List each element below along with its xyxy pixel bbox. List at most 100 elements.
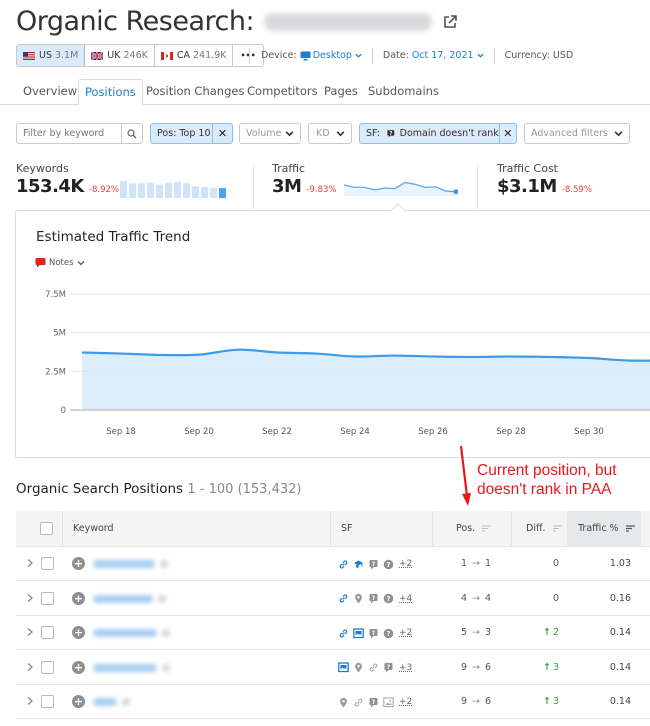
column-sf[interactable]: SF (341, 511, 353, 547)
add-keyword-icon[interactable]: + (72, 695, 85, 708)
keyword-link-redacted[interactable] (93, 629, 157, 637)
database-us[interactable]: US 3.1M (16, 45, 86, 66)
tab-competitors[interactable]: Competitors (247, 79, 318, 105)
traffic-data-point[interactable] (429, 352, 437, 360)
table-row[interactable]: + ?? +2 1 → 1 0 1.03 (16, 547, 650, 581)
keyword-serp-icon[interactable] (162, 629, 170, 637)
traffic-metric[interactable]: Traffic 3M -9.83% (272, 162, 337, 197)
tab-position-changes[interactable]: Position Changes (146, 79, 244, 105)
keyword-filter-input[interactable] (17, 128, 121, 139)
traffic-data-point[interactable] (234, 346, 242, 354)
keyword-link-redacted[interactable] (93, 663, 157, 672)
sf-feature[interactable] (338, 559, 349, 570)
add-keyword-icon[interactable]: + (72, 626, 85, 639)
sf-feature[interactable]: ? (368, 593, 379, 604)
sf-feature[interactable]: ? (368, 628, 379, 639)
traffic-data-point[interactable] (195, 351, 203, 359)
row-checkbox[interactable] (41, 591, 54, 605)
tab-subdomains[interactable]: Subdomains (368, 79, 439, 105)
keywords-metric[interactable]: Keywords 153.4K -8.92% (16, 162, 119, 197)
sf-feature[interactable] (353, 559, 364, 570)
table-row[interactable]: + ?? +4 4 → 4 0 0.16 (16, 582, 650, 616)
expand-row-chevron-icon[interactable] (26, 558, 34, 568)
traffic-data-point[interactable] (351, 352, 359, 360)
sf-feature[interactable] (338, 662, 349, 673)
sf-feature[interactable] (353, 593, 364, 604)
date-select[interactable]: Oct 17, 2021 (412, 50, 484, 61)
column-traffic[interactable]: Traffic % (567, 511, 641, 547)
sf-more-link[interactable]: +4 (399, 594, 412, 604)
traffic-data-point[interactable] (156, 351, 164, 359)
database-ca[interactable]: CA 241.9K (155, 45, 234, 66)
column-keyword[interactable]: Keyword (73, 511, 114, 547)
sf-feature[interactable]: ? (368, 697, 379, 708)
add-keyword-icon[interactable]: + (72, 557, 85, 570)
search-button[interactable] (121, 124, 142, 143)
traffic-data-point[interactable] (585, 354, 593, 362)
sf-feature[interactable] (353, 697, 364, 708)
remove-sf-filter-button[interactable]: ✕ (498, 124, 516, 143)
notes-dropdown[interactable]: Notes (35, 257, 85, 268)
keyword-link-redacted[interactable] (93, 560, 155, 568)
sf-more-link[interactable]: +3 (399, 663, 412, 673)
volume-filter[interactable]: Volume (239, 123, 301, 144)
sf-feature[interactable] (353, 627, 364, 639)
database-uk[interactable]: UK 246K (85, 45, 155, 66)
sf-feature[interactable] (338, 697, 349, 708)
keyword-serp-icon[interactable] (160, 560, 168, 568)
table-row[interactable]: + ?? +2 5 → 3 ↑ 2 0.14 (16, 616, 650, 650)
traffic-data-point[interactable] (117, 350, 125, 358)
expand-row-chevron-icon[interactable] (26, 662, 34, 672)
column-diff[interactable]: Diff. (526, 511, 562, 547)
sf-filter[interactable]: SF: ? Domain doesn't rank ✕ (359, 123, 517, 144)
sf-feature[interactable]: ? (383, 559, 394, 570)
expand-row-chevron-icon[interactable] (26, 696, 34, 706)
advanced-filters[interactable]: Advanced filters (524, 123, 630, 144)
sf-feature[interactable]: ? (383, 662, 394, 673)
traffic-data-point[interactable] (273, 348, 281, 356)
keyword-serp-icon[interactable] (162, 663, 170, 672)
pos-filter[interactable]: Pos: Top 10 ✕ (150, 123, 233, 144)
expand-row-chevron-icon[interactable] (26, 627, 34, 637)
external-link-icon[interactable] (442, 14, 458, 30)
keyword-link-redacted[interactable] (93, 698, 117, 706)
sf-feature[interactable] (338, 628, 349, 639)
sf-more-link[interactable]: +2 (399, 697, 412, 707)
kd-filter[interactable]: KD (308, 123, 352, 144)
table-row[interactable]: + ? +2 9 → 6 ↑ 3 0.14 (16, 685, 650, 719)
table-row[interactable]: + ? +3 9 → 6 ↑ 3 0.14 (16, 651, 650, 685)
row-checkbox[interactable] (41, 660, 54, 674)
traffic-data-point[interactable] (507, 352, 515, 360)
tab-pages[interactable]: Pages (324, 79, 358, 105)
sf-more-link[interactable]: +2 (399, 559, 412, 569)
traffic-data-point[interactable] (390, 352, 398, 360)
sf-feature[interactable] (368, 662, 379, 673)
remove-pos-filter-button[interactable]: ✕ (212, 124, 232, 143)
row-checkbox[interactable] (41, 557, 54, 570)
select-all-checkbox[interactable] (40, 522, 53, 536)
traffic-data-point[interactable] (546, 353, 554, 361)
add-keyword-icon[interactable]: + (72, 660, 85, 674)
add-keyword-icon[interactable]: + (72, 591, 85, 605)
traffic-cost-metric[interactable]: Traffic Cost $3.1M -8.59% (497, 162, 592, 197)
sf-feature[interactable] (353, 662, 364, 673)
device-select[interactable]: Desktop (300, 50, 362, 61)
keyword-serp-icon[interactable] (158, 594, 166, 603)
sf-feature[interactable]: ? (383, 593, 394, 604)
row-checkbox[interactable] (41, 695, 54, 708)
sf-more-link[interactable]: +2 (399, 628, 412, 638)
traffic-data-point[interactable] (468, 353, 476, 361)
sf-feature[interactable]: ? (383, 628, 394, 639)
expand-row-chevron-icon[interactable] (26, 593, 34, 603)
row-checkbox[interactable] (41, 626, 54, 639)
traffic-data-point[interactable] (78, 348, 86, 356)
sf-feature[interactable]: ? (368, 559, 379, 570)
traffic-data-point[interactable] (624, 357, 632, 365)
sf-feature[interactable] (383, 696, 394, 708)
traffic-data-point[interactable] (312, 350, 320, 358)
tab-overview[interactable]: Overview (23, 79, 77, 105)
keyword-link-redacted[interactable] (93, 594, 153, 603)
tab-positions[interactable]: Positions (78, 79, 143, 106)
column-pos[interactable]: Pos. (456, 511, 492, 547)
sf-feature[interactable] (338, 593, 349, 604)
